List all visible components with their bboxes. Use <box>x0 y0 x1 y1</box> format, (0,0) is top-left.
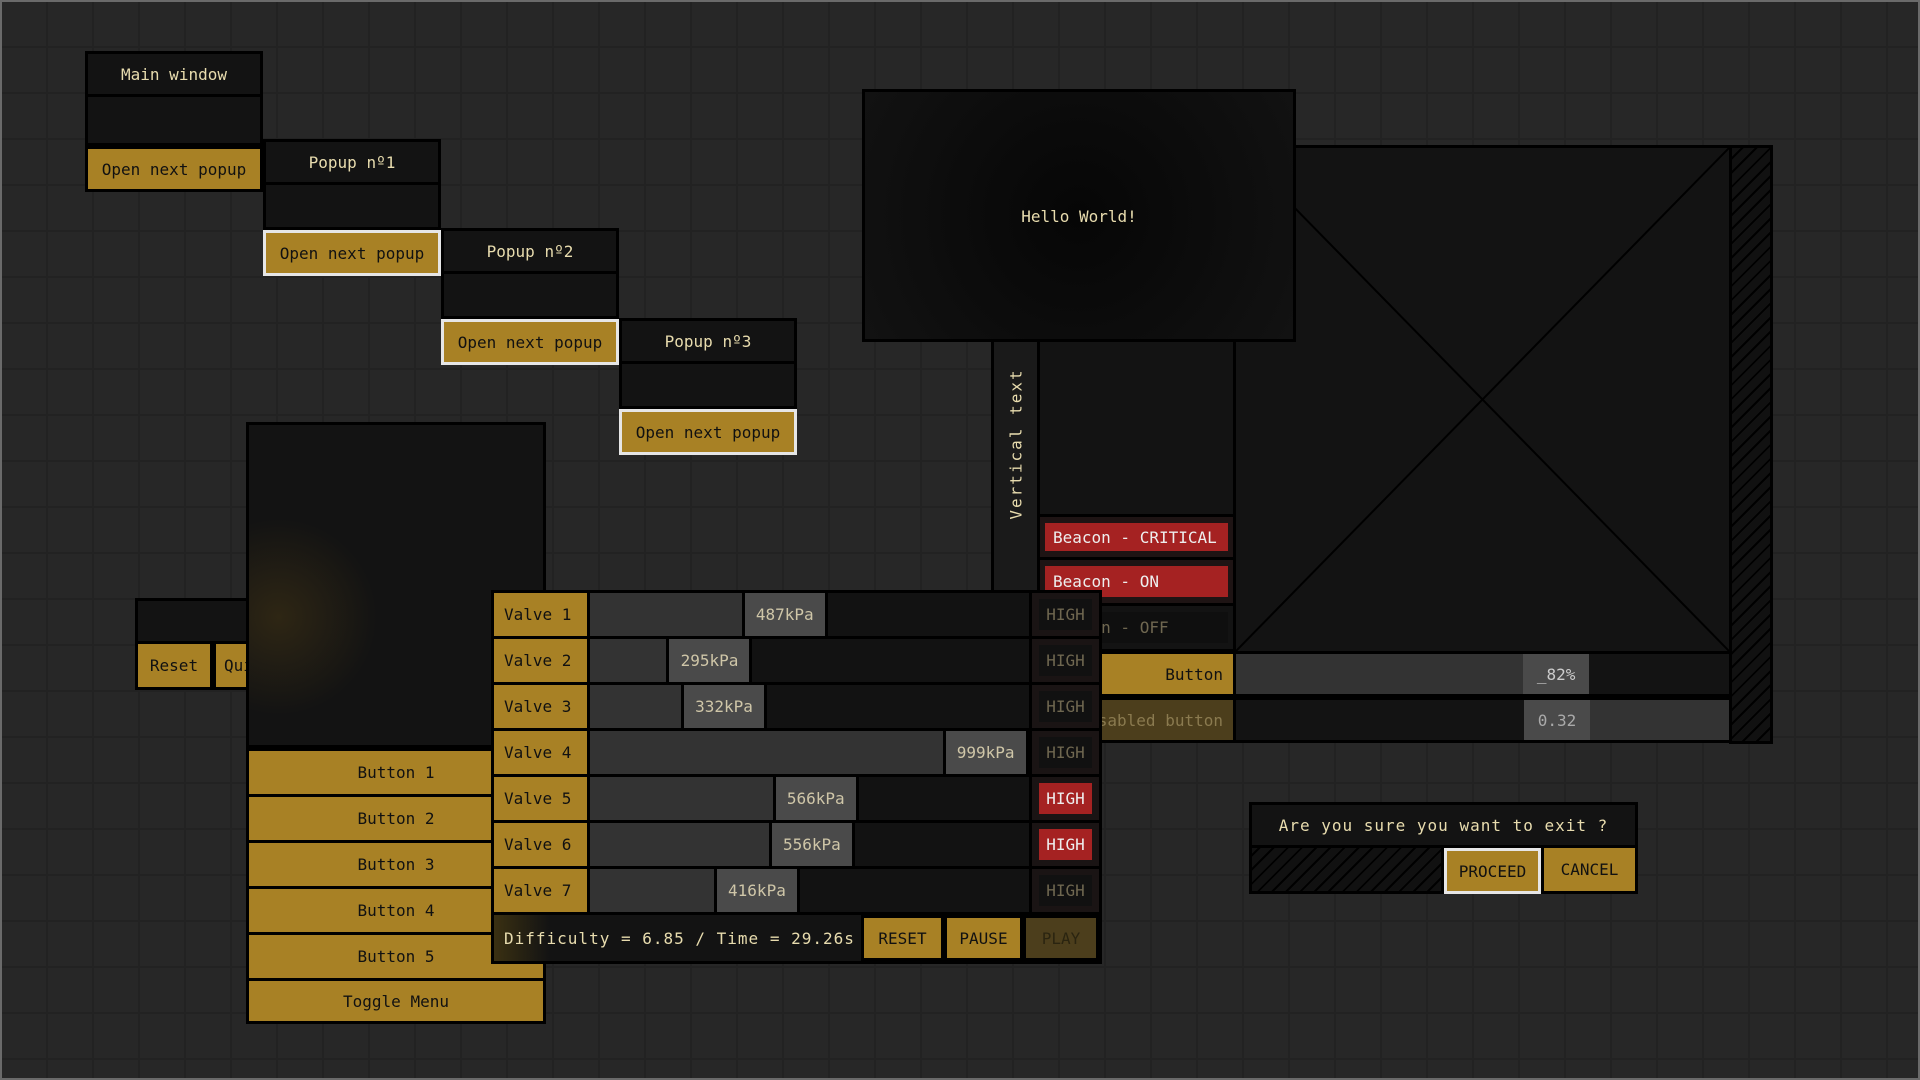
valve-footer: Difficulty = 6.85 / Time = 29.26s RESET … <box>494 915 1099 961</box>
valve-slider[interactable]: 295kPa <box>590 639 1029 682</box>
popup-2: Popup nº2 Open next popup <box>441 228 619 365</box>
open-next-popup-button[interactable]: Open next popup <box>85 146 263 192</box>
cancel-button[interactable]: CANCEL <box>1541 848 1638 894</box>
valve-value: 487kPa <box>741 593 828 636</box>
valve-value: 332kPa <box>680 685 767 728</box>
vertical-text-panel: Vertical text <box>991 332 1040 597</box>
popup-body <box>263 185 441 230</box>
high-indicator: HIGH <box>1029 869 1099 912</box>
hello-world-window: Hello World! <box>862 89 1296 342</box>
high-label: HIGH <box>1039 783 1092 814</box>
valve-fill <box>590 777 773 820</box>
open-next-popup-button[interactable]: Open next popup <box>619 409 797 455</box>
beacon-critical: Beacon - CRITICAL <box>1037 514 1236 560</box>
valve-slider[interactable]: 556kPa <box>590 823 1029 866</box>
high-indicator: HIGH <box>1029 593 1099 636</box>
window-body <box>85 97 263 146</box>
valve-slider[interactable]: 999kPa <box>590 731 1029 774</box>
popup-title: Popup nº1 <box>263 139 441 185</box>
high-indicator: HIGH <box>1029 823 1099 866</box>
dialog-message: Are you sure you want to exit ? <box>1249 802 1638 848</box>
valve-value: 556kPa <box>768 823 855 866</box>
valve-row: Valve 6 556kPa HIGH <box>494 823 1099 869</box>
pause-button[interactable]: PAUSE <box>944 915 1023 961</box>
play-button: PLAY <box>1023 915 1099 961</box>
valve-label: Valve 6 <box>494 823 590 866</box>
status-text: Difficulty = 6.85 / Time = 29.26s <box>494 915 861 961</box>
valve-row: Valve 1 487kPa HIGH <box>494 593 1099 639</box>
valve-label: Valve 4 <box>494 731 590 774</box>
reset-button[interactable]: Reset <box>135 644 213 690</box>
valve-row: Valve 7 416kPa HIGH <box>494 869 1099 915</box>
valve-value: 295kPa <box>666 639 753 682</box>
valve-label: Valve 2 <box>494 639 590 682</box>
window-title: Main window <box>85 51 263 97</box>
valve-fill <box>590 639 667 682</box>
main-window: Main window Open next popup <box>85 51 263 192</box>
disabled-row: Disabled button 0.32 <box>1037 697 1732 743</box>
popup-1: Popup nº1 Open next popup <box>263 139 441 276</box>
high-label: HIGH <box>1039 599 1092 630</box>
valve-row: Valve 2 295kPa HIGH <box>494 639 1099 685</box>
high-indicator: HIGH <box>1029 731 1099 774</box>
disabled-slider: 0.32 <box>1236 697 1732 743</box>
high-indicator: HIGH <box>1029 777 1099 820</box>
valve-panel: Valve 1 487kPa HIGH Valve 2 295kPa HIGH … <box>491 590 1102 964</box>
slider-fill <box>1236 654 1524 694</box>
button-slider-row: Button _82% <box>1037 651 1732 697</box>
popup-body <box>441 274 619 319</box>
popup-title: Popup nº2 <box>441 228 619 274</box>
valve-label: Valve 5 <box>494 777 590 820</box>
popup-3: Popup nº3 Open next popup <box>619 318 797 455</box>
high-indicator: HIGH <box>1029 685 1099 728</box>
open-next-popup-button[interactable]: Open next popup <box>263 230 441 276</box>
high-label: HIGH <box>1039 829 1092 860</box>
valve-slider[interactable]: 332kPa <box>590 685 1029 728</box>
toggle-menu-button[interactable]: Toggle Menu <box>246 978 546 1024</box>
valve-value: 999kPa <box>942 731 1029 774</box>
valve-fill <box>590 685 681 728</box>
high-label: HIGH <box>1039 691 1092 722</box>
valve-label: Valve 3 <box>494 685 590 728</box>
valve-row: Valve 3 332kPa HIGH <box>494 685 1099 731</box>
slider-value: _82% <box>1523 654 1590 694</box>
valve-fill <box>590 823 769 866</box>
scrollbar[interactable] <box>1729 145 1773 744</box>
valve-fill <box>590 593 742 636</box>
valve-slider[interactable]: 416kPa <box>590 869 1029 912</box>
reset-game-button[interactable]: RESET <box>861 915 944 961</box>
vertical-text: Vertical text <box>1006 368 1025 520</box>
high-label: HIGH <box>1039 737 1092 768</box>
dialog-spacer <box>1249 848 1444 894</box>
column-panel <box>1037 332 1236 517</box>
popup-body <box>619 364 797 409</box>
valve-fill <box>590 731 943 774</box>
valve-value: 566kPa <box>772 777 859 820</box>
slider[interactable]: _82% <box>1236 651 1732 697</box>
exit-dialog: Are you sure you want to exit ? PROCEED … <box>1249 802 1638 894</box>
open-next-popup-button[interactable]: Open next popup <box>441 319 619 365</box>
valve-slider[interactable]: 487kPa <box>590 593 1029 636</box>
high-indicator: HIGH <box>1029 639 1099 682</box>
valve-row: Valve 4 999kPa HIGH <box>494 731 1099 777</box>
placeholder-x-icon <box>1236 148 1729 651</box>
valve-fill <box>590 869 714 912</box>
popup-title: Popup nº3 <box>619 318 797 364</box>
high-label: HIGH <box>1039 875 1092 906</box>
hello-text: Hello World! <box>1021 207 1137 226</box>
valve-label: Valve 7 <box>494 869 590 912</box>
valve-value: 416kPa <box>713 869 800 912</box>
image-placeholder-panel <box>1233 145 1732 654</box>
high-label: HIGH <box>1039 645 1092 676</box>
slider-value: 0.32 <box>1524 700 1591 740</box>
proceed-button[interactable]: PROCEED <box>1444 848 1541 894</box>
beacon-label: Beacon - CRITICAL <box>1045 523 1228 551</box>
valve-slider[interactable]: 566kPa <box>590 777 1029 820</box>
valve-row: Valve 5 566kPa HIGH <box>494 777 1099 823</box>
valve-label: Valve 1 <box>494 593 590 636</box>
slider-track <box>1590 700 1729 740</box>
